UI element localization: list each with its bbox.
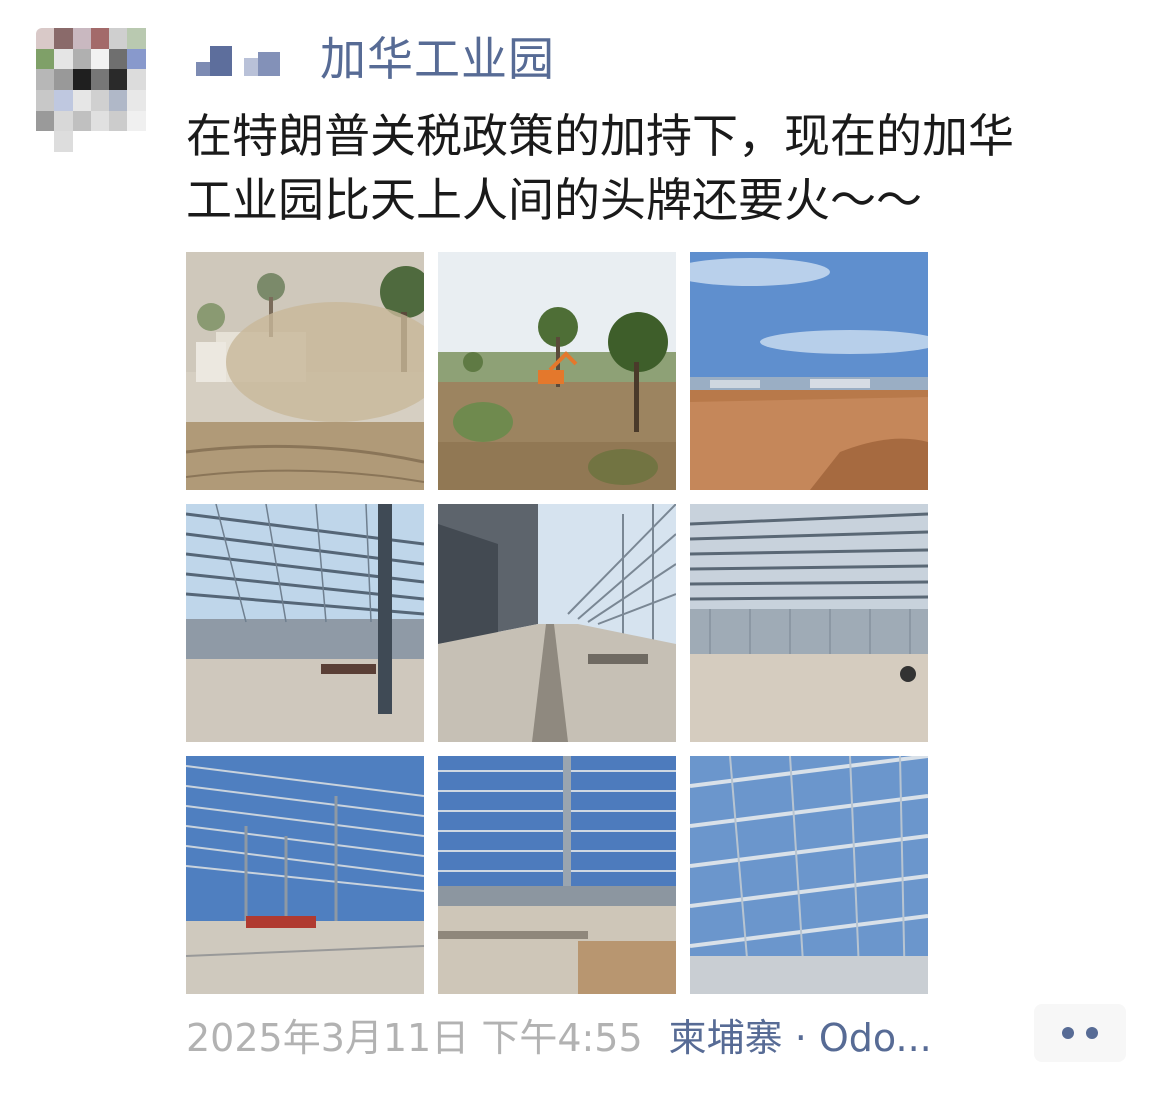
photo-image <box>186 756 424 994</box>
photo-image <box>186 504 424 742</box>
photo-image <box>690 252 928 490</box>
photo-steel-frame-warehouse-1[interactable] <box>186 504 424 742</box>
more-dots-icon <box>1062 1027 1074 1039</box>
photo-image <box>690 504 928 742</box>
photo-image <box>438 252 676 490</box>
redacted-name <box>196 36 280 76</box>
photo-image <box>186 252 424 490</box>
photo-cleared-red-soil-field[interactable] <box>690 252 928 490</box>
photo-steel-frame-warehouse-2[interactable] <box>690 504 928 742</box>
more-actions-button[interactable] <box>1034 1004 1126 1062</box>
photo-land-clearing-excavator[interactable] <box>438 252 676 490</box>
photo-steel-frame-corridor[interactable] <box>438 504 676 742</box>
username-link[interactable]: 加华工业园 <box>320 23 555 89</box>
more-dots-icon <box>1086 1027 1098 1039</box>
photo-grid <box>186 252 928 994</box>
photo-image <box>438 756 676 994</box>
username-row: 加华工业园 <box>196 30 555 86</box>
post-timestamp: 2025年3月11日 下午4:55 <box>186 1015 643 1060</box>
photo-steel-roof-trusses-2[interactable] <box>438 756 676 994</box>
photo-steel-roof-trusses-3[interactable] <box>690 756 928 994</box>
post-location-link[interactable]: 柬埔寨 · Odo... <box>669 1007 932 1062</box>
moments-post: 加华工业园 在特朗普关税政策的加持下，现在的加华 工业园比天上人间的头牌还要火～… <box>0 0 1170 1108</box>
post-footer: 2025年3月11日 下午4:55 柬埔寨 · Odo... <box>186 1006 932 1062</box>
photo-steel-roof-trusses-1[interactable] <box>186 756 424 994</box>
post-text: 在特朗普关税政策的加持下，现在的加华 工业园比天上人间的头牌还要火～～ <box>186 109 1014 227</box>
photo-dusty-construction-site[interactable] <box>186 252 424 490</box>
avatar[interactable] <box>36 28 164 152</box>
photo-image <box>690 756 928 994</box>
photo-image <box>438 504 676 742</box>
